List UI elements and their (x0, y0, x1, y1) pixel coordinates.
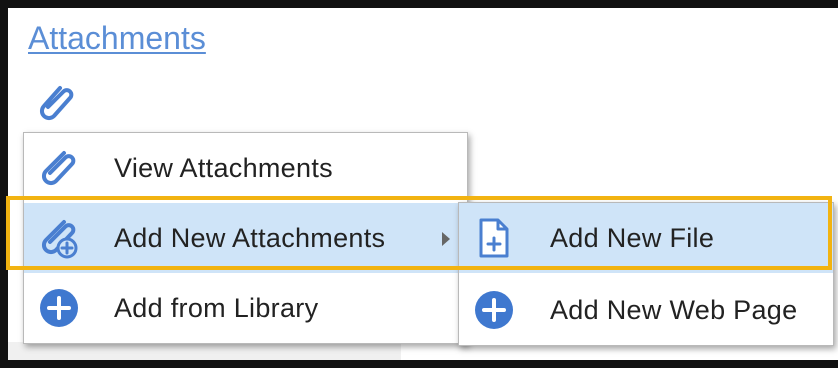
menu-item-label: Add New Attachments (114, 222, 386, 253)
paperclip-icon (36, 145, 82, 191)
add-new-attachments-submenu: Add New File Add New Web Page (458, 202, 834, 346)
plus-circle-icon (36, 285, 82, 331)
submenu-arrow-icon (442, 232, 450, 246)
menu-item-label: Add New Web Page (550, 294, 798, 325)
menu-item-label: Add New File (550, 222, 715, 253)
plus-circle-icon (471, 287, 517, 333)
menu-item-label: View Attachments (114, 152, 333, 183)
menu-item-add-new-attachments[interactable]: Add New Attachments (24, 203, 467, 273)
paperclip-add-icon (36, 215, 82, 261)
menu-item-label: Add from Library (114, 292, 319, 323)
menu-item-add-new-file[interactable]: Add New File (459, 203, 833, 273)
menu-item-add-from-library[interactable]: Add from Library (24, 273, 467, 343)
attachments-context-menu: View Attachments Add New Attachments Add… (23, 132, 468, 344)
attachments-link[interactable]: Attachments (28, 20, 206, 57)
menu-item-add-new-web-page[interactable]: Add New Web Page (459, 275, 833, 345)
file-add-icon (471, 215, 517, 261)
frame-bottom-border (8, 360, 838, 368)
background-panel (8, 342, 401, 360)
paperclip-icon[interactable] (30, 80, 82, 126)
menu-item-view-attachments[interactable]: View Attachments (24, 133, 467, 203)
